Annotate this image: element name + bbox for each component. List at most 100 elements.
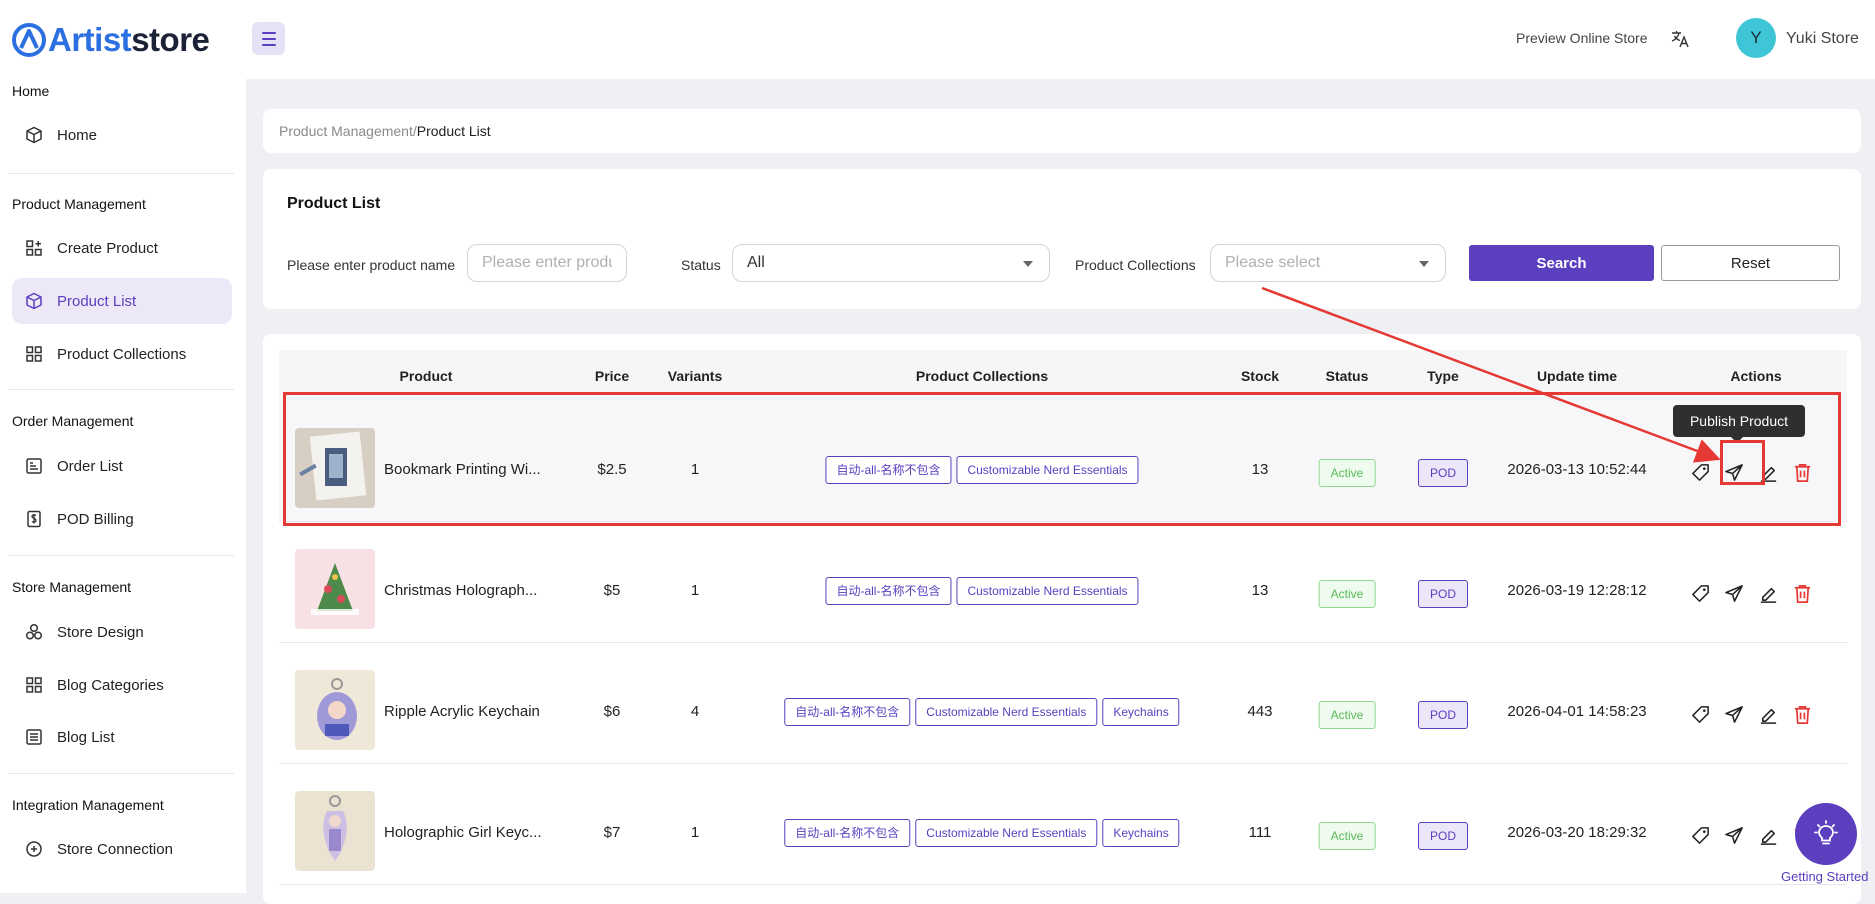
product-thumbnail[interactable] bbox=[295, 549, 375, 629]
product-stock: 111 bbox=[1248, 824, 1272, 841]
tag-icon bbox=[1691, 705, 1709, 723]
product-name[interactable]: Holographic Girl Keyc... bbox=[384, 824, 542, 841]
product-variants: 1 bbox=[690, 582, 700, 599]
product-thumbnail[interactable] bbox=[295, 670, 375, 750]
divider bbox=[8, 773, 234, 774]
status-label: Status bbox=[681, 257, 721, 273]
update-time: 2026-03-19 12:28:12 bbox=[1507, 582, 1647, 599]
status-select[interactable]: All bbox=[732, 244, 1050, 282]
divider bbox=[8, 173, 234, 174]
breadcrumb-parent[interactable]: Product Management bbox=[279, 123, 413, 139]
collection-tag: Customizable Nerd Essentials bbox=[915, 698, 1098, 726]
sidebar-item-home[interactable]: Home bbox=[12, 112, 232, 158]
translate-icon[interactable] bbox=[1670, 29, 1690, 49]
reset-button[interactable]: Reset bbox=[1661, 245, 1840, 281]
preview-online-store-link[interactable]: Preview Online Store bbox=[1516, 30, 1648, 46]
send-icon bbox=[1724, 584, 1743, 602]
grid-plus-icon bbox=[26, 240, 42, 256]
sidebar-item-create-product[interactable]: Create Product bbox=[12, 225, 232, 271]
design-icon bbox=[25, 623, 43, 640]
divider bbox=[8, 389, 234, 390]
collection-tag: Keychains bbox=[1102, 698, 1180, 726]
user-name[interactable]: Yuki Store bbox=[1786, 30, 1859, 48]
search-button[interactable]: Search bbox=[1469, 245, 1654, 281]
publish-product-button[interactable] bbox=[1723, 582, 1745, 604]
type-badge: POD bbox=[1417, 822, 1469, 850]
product-name[interactable]: Ripple Acrylic Keychain bbox=[384, 703, 540, 720]
product-name[interactable]: Christmas Holograph... bbox=[384, 582, 537, 599]
tag-button[interactable] bbox=[1689, 824, 1711, 846]
getting-started-label[interactable]: Getting Started bbox=[1781, 869, 1868, 884]
trash-icon bbox=[1794, 584, 1810, 603]
logo-text: Artiststore bbox=[48, 21, 210, 58]
highlight-row-box bbox=[283, 392, 1841, 526]
product-variants: 4 bbox=[690, 703, 700, 720]
sidebar-item-pod-billing[interactable]: POD Billing bbox=[12, 496, 232, 542]
delete-button[interactable] bbox=[1791, 582, 1813, 604]
type-badge: POD bbox=[1417, 580, 1469, 608]
column-header-product: Product bbox=[399, 368, 453, 384]
status-badge: Active bbox=[1318, 580, 1376, 608]
doc-list-icon bbox=[26, 729, 42, 745]
dollar-doc-icon bbox=[27, 510, 41, 528]
collection-tag: Customizable Nerd Essentials bbox=[915, 819, 1098, 847]
product-thumbnail[interactable] bbox=[295, 791, 375, 871]
breadcrumb: Product Management / Product List bbox=[263, 109, 1861, 153]
tag-icon bbox=[1691, 584, 1709, 602]
tag-button[interactable] bbox=[1689, 582, 1711, 604]
sidebar-item-store-connection[interactable]: Store Connection bbox=[12, 826, 232, 872]
chevron-down-icon bbox=[1419, 261, 1429, 267]
top-bar: Artiststore Preview Online Store Y Yuki … bbox=[0, 0, 1875, 79]
table-row[interactable]: Ripple Acrylic Keychain $6 4 自动-all-名称不包… bbox=[279, 642, 1847, 764]
collections-select[interactable]: Please select bbox=[1210, 244, 1446, 282]
delete-button[interactable] bbox=[1791, 703, 1813, 725]
logo[interactable]: Artiststore bbox=[12, 20, 210, 60]
column-header-collections: Product Collections bbox=[915, 368, 1049, 384]
filter-panel: Product List Please enter product name S… bbox=[263, 169, 1861, 309]
product-price: $6 bbox=[603, 703, 621, 720]
sidebar-item-order-list[interactable]: Order List bbox=[12, 443, 232, 489]
collection-tags: 自动-all-名称不包含 Customizable Nerd Essential… bbox=[825, 577, 1139, 605]
column-header-update-time: Update time bbox=[1536, 368, 1618, 384]
sidebar-item-label: Create Product bbox=[57, 239, 158, 257]
menu-toggle-button[interactable] bbox=[252, 22, 285, 55]
edit-button[interactable] bbox=[1757, 582, 1779, 604]
grid-icon bbox=[26, 346, 42, 362]
divider bbox=[8, 555, 234, 556]
type-badge: POD bbox=[1417, 701, 1469, 729]
product-variants: 1 bbox=[690, 824, 700, 841]
row-actions bbox=[1689, 703, 1825, 725]
pencil-icon bbox=[1760, 829, 1776, 845]
product-name-input[interactable] bbox=[468, 245, 626, 281]
collections-label: Product Collections bbox=[1075, 257, 1196, 273]
collection-tags: 自动-all-名称不包含 Customizable Nerd Essential… bbox=[784, 698, 1180, 726]
grid-icon bbox=[26, 677, 42, 693]
collection-tag: Keychains bbox=[1102, 819, 1180, 847]
product-stock: 443 bbox=[1247, 703, 1273, 720]
avatar[interactable]: Y bbox=[1736, 18, 1776, 58]
list-icon bbox=[26, 458, 42, 474]
sidebar-item-product-list[interactable]: Product List bbox=[12, 278, 232, 324]
sidebar-item-blog-categories[interactable]: Blog Categories bbox=[12, 662, 232, 708]
highlight-button-box bbox=[1720, 440, 1765, 485]
collection-tag: 自动-all-名称不包含 bbox=[825, 577, 952, 605]
status-badge: Active bbox=[1318, 822, 1376, 850]
sidebar-item-label: Order List bbox=[57, 457, 123, 475]
lightbulb-icon bbox=[1814, 820, 1838, 845]
table-row[interactable]: Christmas Holograph... $5 1 自动-all-名称不包含… bbox=[279, 521, 1847, 643]
publish-product-button[interactable] bbox=[1723, 824, 1745, 846]
publish-product-button[interactable] bbox=[1723, 703, 1745, 725]
column-header-price: Price bbox=[594, 368, 630, 384]
trash-icon bbox=[1794, 705, 1810, 724]
sidebar-item-store-design[interactable]: Store Design bbox=[12, 609, 232, 655]
column-header-variants: Variants bbox=[667, 368, 723, 384]
sidebar-item-blog-list[interactable]: Blog List bbox=[12, 714, 232, 760]
getting-started-button[interactable] bbox=[1795, 803, 1857, 865]
edit-button[interactable] bbox=[1757, 824, 1779, 846]
table-row[interactable]: Holographic Girl Keyc... $7 1 自动-all-名称不… bbox=[279, 763, 1847, 885]
tag-button[interactable] bbox=[1689, 703, 1711, 725]
sidebar-item-product-collections[interactable]: Product Collections bbox=[12, 331, 232, 377]
edit-button[interactable] bbox=[1757, 703, 1779, 725]
status-badge: Active bbox=[1318, 701, 1376, 729]
update-time: 2026-04-01 14:58:23 bbox=[1507, 703, 1647, 720]
